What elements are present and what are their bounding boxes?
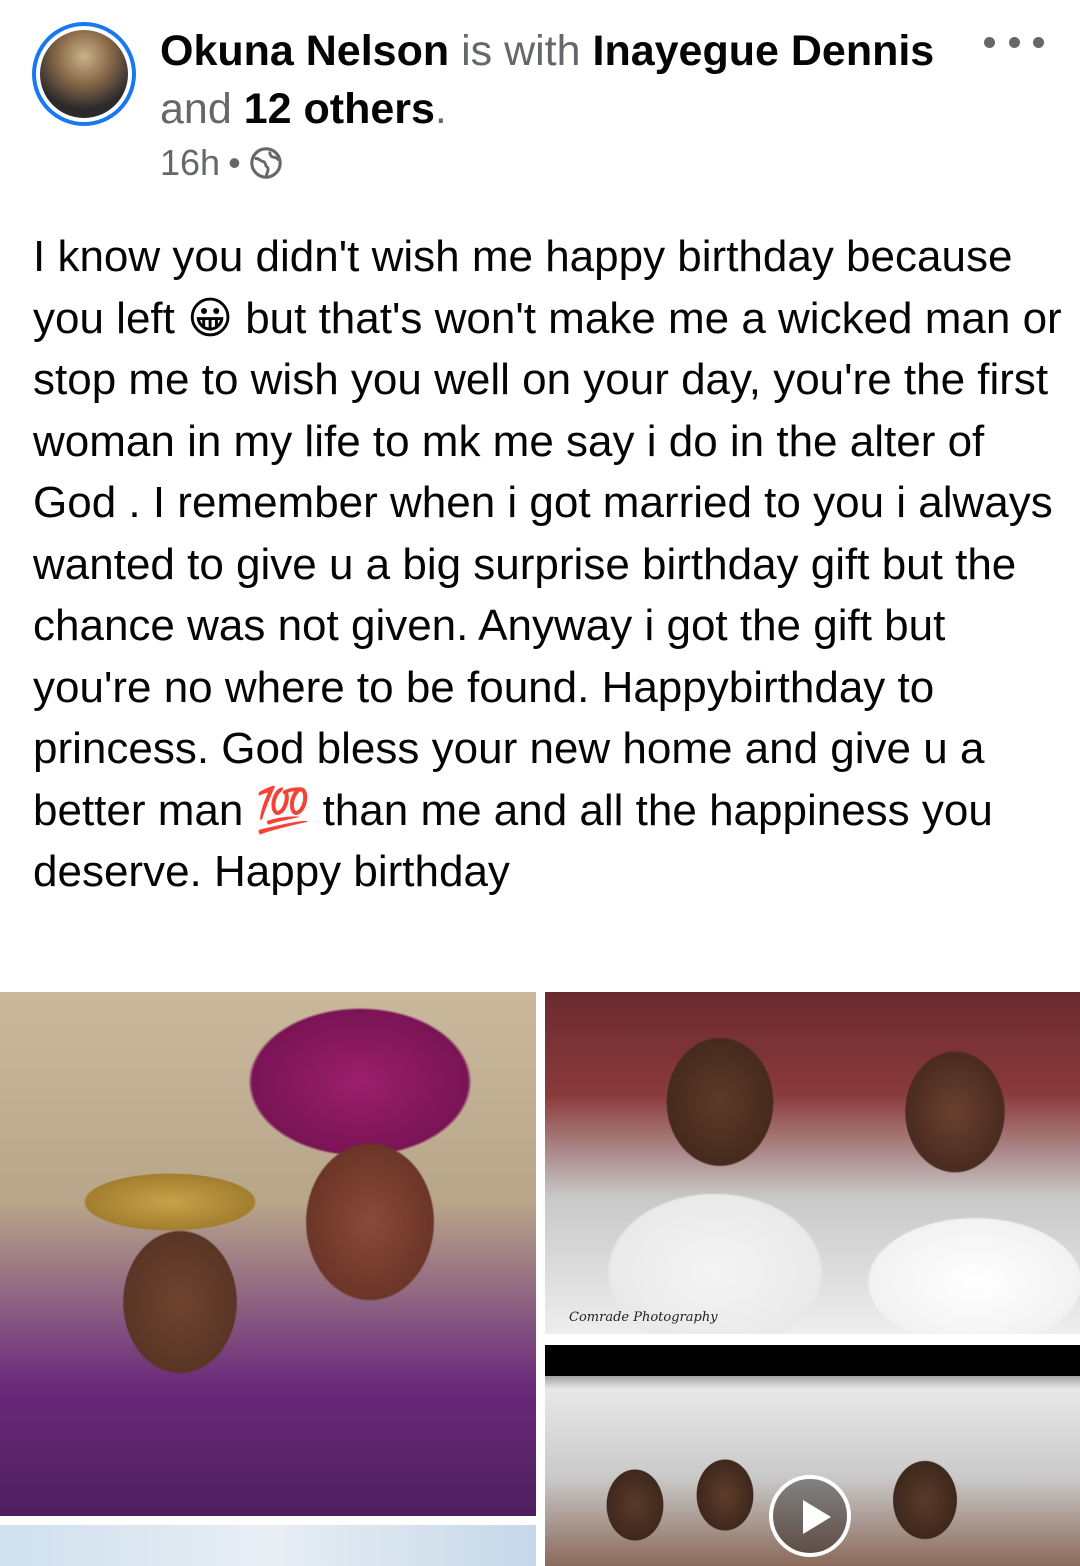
dot	[1033, 36, 1044, 48]
hundred-points-emoji-icon: 💯	[255, 785, 311, 835]
with-text: is with	[461, 27, 581, 75]
photo-partial[interactable]	[0, 1525, 536, 1566]
tagged-person[interactable]: Inayegue Dennis	[593, 27, 935, 75]
video-thumbnail[interactable]	[545, 1345, 1080, 1566]
tagged-others[interactable]: 12 others	[244, 85, 435, 133]
avatar-photo	[40, 30, 128, 118]
post-title: Okuna Nelson is with Inayegue Dennis and…	[160, 22, 980, 138]
play-icon[interactable]	[769, 1475, 851, 1557]
more-options-icon[interactable]	[984, 24, 1044, 60]
globe-icon[interactable]	[249, 146, 283, 180]
post-message-text: I know you didn't wish me happy birthday…	[33, 226, 1063, 903]
avatar-border	[36, 26, 132, 122]
post-text-part-2: but that's won't make me a wicked man or…	[33, 293, 1062, 835]
post-timestamp[interactable]: 16h	[160, 142, 220, 184]
author-avatar[interactable]	[32, 22, 136, 126]
photo-traditional-wedding[interactable]	[0, 992, 536, 1516]
photo-watermark: Comrade Photography	[569, 1310, 718, 1325]
post-message: I know you didn't wish me happy birthday…	[33, 226, 1063, 903]
meta-separator: •	[228, 142, 241, 183]
grinning-emoji-icon: 😀	[187, 293, 233, 343]
title-period: .	[434, 85, 447, 133]
dot	[984, 36, 995, 48]
post-meta: 16h •	[160, 142, 283, 184]
author-name[interactable]: Okuna Nelson	[160, 27, 449, 75]
dot	[1008, 36, 1020, 48]
photo-white-wedding[interactable]: Comrade Photography	[545, 992, 1080, 1334]
and-text: and	[160, 85, 232, 133]
post-header: Okuna Nelson is with Inayegue Dennis and…	[0, 0, 1080, 200]
